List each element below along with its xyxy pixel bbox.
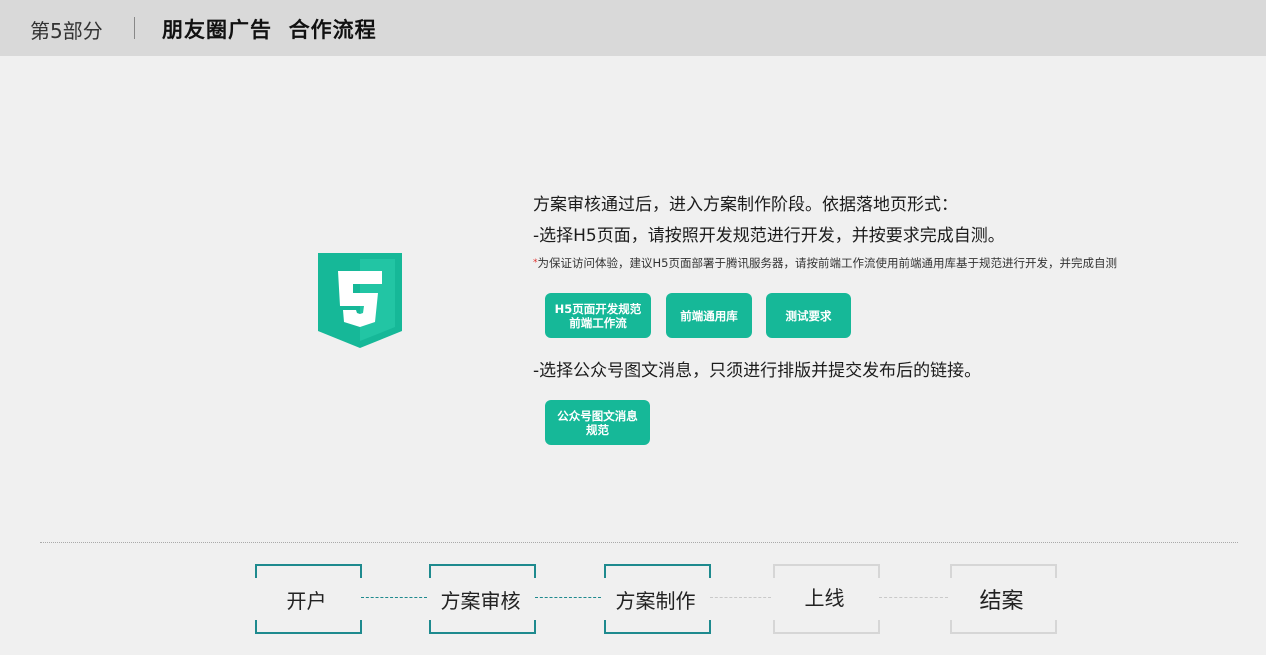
step-label: 开户 xyxy=(286,588,327,613)
step-connector xyxy=(879,597,948,598)
bracket-bottom xyxy=(255,620,362,634)
wx-article-spec-label-2: 规范 xyxy=(586,422,609,437)
test-requirements-button[interactable]: 测试要求 xyxy=(766,293,851,338)
header-bar: 第5部分 朋友圈广告 合作流程 xyxy=(0,0,1266,56)
step-plan-review: 方案审核 xyxy=(429,564,536,634)
h5-dev-spec-label-1: H5页面开发规范 xyxy=(554,301,642,316)
frontend-library-button[interactable]: 前端通用库 xyxy=(666,293,752,338)
step-launch: 上线 xyxy=(773,564,880,634)
h5-note: *为保证访问体验，建议H5页面部署于腾讯服务器，请按前端工作流使用前端通用库基于… xyxy=(533,255,1117,271)
bracket-top xyxy=(604,564,711,578)
note-text: 为保证访问体验，建议H5页面部署于腾讯服务器，请按前端工作流使用前端通用库基于规… xyxy=(537,256,1117,270)
bracket-bottom xyxy=(773,620,880,634)
wx-article-spec-button[interactable]: 公众号图文消息 规范 xyxy=(545,400,650,445)
step-connector xyxy=(535,597,601,598)
bracket-top xyxy=(429,564,536,578)
section-label: 第5部分 xyxy=(30,19,103,43)
step-plan-production: 方案制作 xyxy=(604,564,711,634)
intro-text: 方案审核通过后，进入方案制作阶段。依据落地页形式： xyxy=(533,195,958,215)
page-title: 朋友圈广告 合作流程 xyxy=(162,18,377,42)
step-label: 方案制作 xyxy=(615,588,696,613)
bracket-bottom xyxy=(429,620,536,634)
section-divider xyxy=(40,542,1238,543)
step-label: 结案 xyxy=(979,589,1024,614)
h5-dev-spec-button[interactable]: H5页面开发规范 前端工作流 xyxy=(545,293,651,338)
page: 第5部分 朋友圈广告 合作流程 方案审核通过后，进入方案制作阶段。依据落地页形式… xyxy=(0,0,1266,655)
h5-dev-spec-label-2: 前端工作流 xyxy=(569,315,627,330)
bracket-top xyxy=(773,564,880,578)
step-open-account: 开户 xyxy=(255,564,362,634)
html5-logo-icon xyxy=(318,253,402,348)
header-divider xyxy=(134,17,135,39)
wx-article-spec-label-1: 公众号图文消息 xyxy=(557,408,638,423)
bracket-top xyxy=(255,564,362,578)
step-connector xyxy=(710,597,771,598)
frontend-library-label: 前端通用库 xyxy=(680,308,738,323)
wx-option-text: -选择公众号图文消息，只须进行排版并提交发布后的链接。 xyxy=(533,361,982,381)
step-label: 上线 xyxy=(804,585,845,610)
step-close-case: 结案 xyxy=(950,564,1057,634)
html5-shield-icon xyxy=(318,253,402,348)
step-label: 方案审核 xyxy=(440,588,521,613)
step-connector xyxy=(361,597,427,598)
bracket-top xyxy=(950,564,1057,578)
bracket-bottom xyxy=(950,620,1057,634)
test-requirements-label: 测试要求 xyxy=(785,308,832,323)
h5-option-text: -选择H5页面，请按照开发规范进行开发，并按要求完成自测。 xyxy=(533,226,1005,246)
bracket-bottom xyxy=(604,620,711,634)
